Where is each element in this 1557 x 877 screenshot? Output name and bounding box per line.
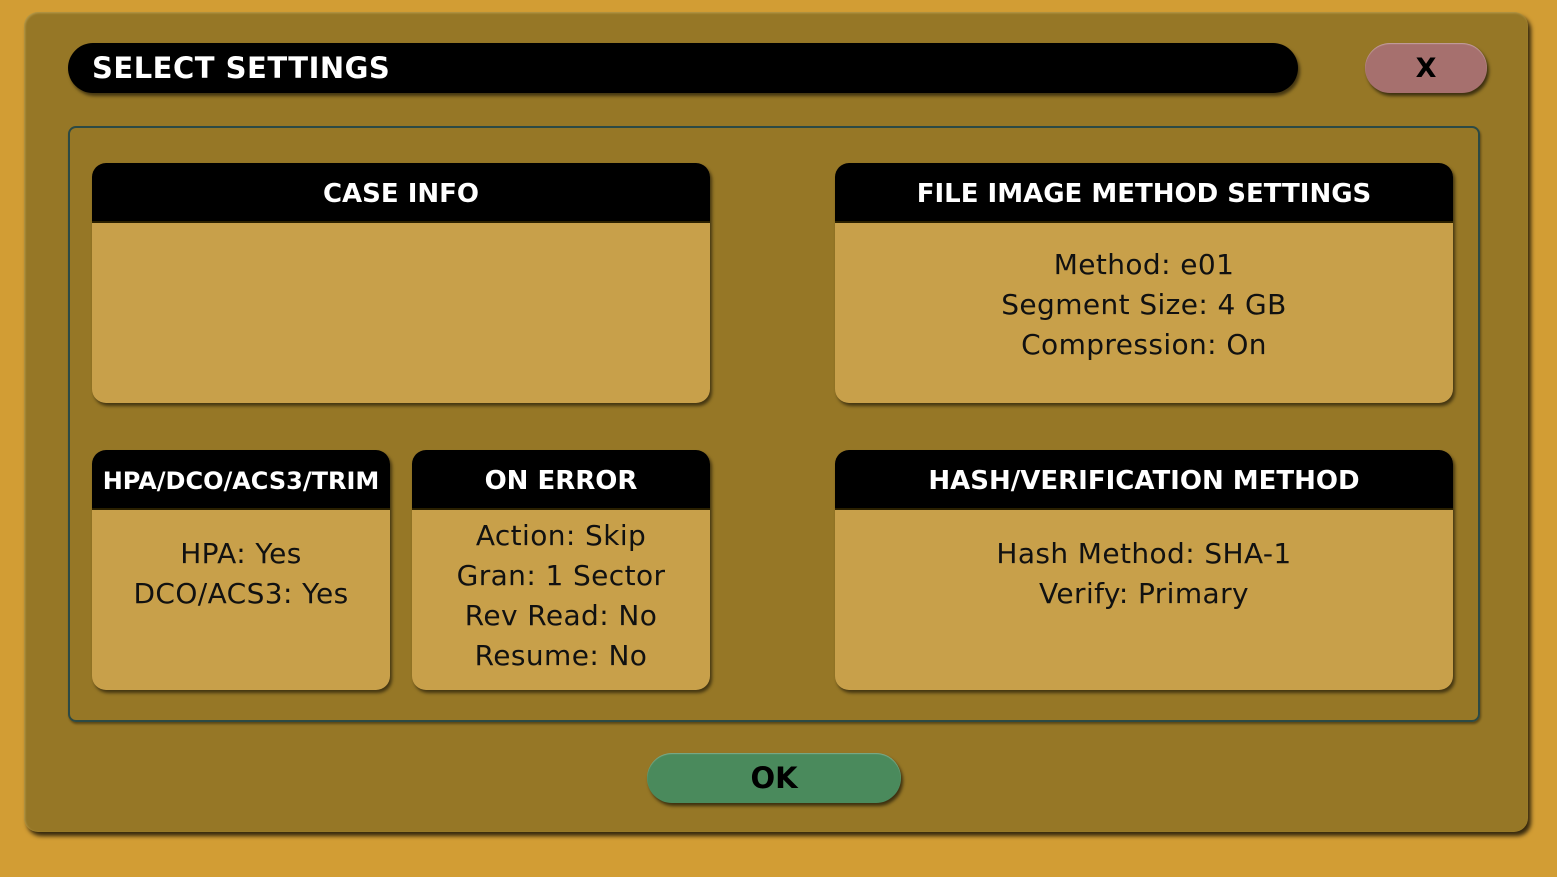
dco-acs3-value: DCO/ACS3: Yes: [133, 577, 349, 610]
file-image-method-panel[interactable]: FILE IMAGE METHOD SETTINGS Method: e01 S…: [835, 163, 1453, 403]
case-info-panel[interactable]: CASE INFO: [92, 163, 710, 403]
method-value: Method: e01: [1053, 248, 1235, 281]
segment-size-value: Segment Size: 4 GB: [1001, 288, 1287, 321]
ok-button[interactable]: OK: [647, 753, 901, 803]
title-bar: SELECT SETTINGS: [68, 43, 1298, 93]
on-error-header: ON ERROR: [412, 450, 710, 510]
hpa-value: HPA: Yes: [180, 537, 302, 570]
hpa-dco-body: HPA: Yes DCO/ACS3: Yes: [92, 510, 390, 614]
case-info-header: CASE INFO: [92, 163, 710, 223]
hash-verification-body: Hash Method: SHA-1 Verify: Primary: [835, 510, 1453, 614]
rev-read-value: Rev Read: No: [464, 599, 658, 632]
file-image-method-header: FILE IMAGE METHOD SETTINGS: [835, 163, 1453, 223]
file-image-method-body: Method: e01 Segment Size: 4 GB Compressi…: [835, 223, 1453, 365]
resume-value: Resume: No: [474, 639, 648, 672]
dialog-title: SELECT SETTINGS: [92, 51, 391, 85]
error-granularity-value: Gran: 1 Sector: [456, 559, 666, 592]
on-error-panel[interactable]: ON ERROR Action: Skip Gran: 1 Sector Rev…: [412, 450, 710, 690]
hash-verification-header: HASH/VERIFICATION METHOD: [835, 450, 1453, 510]
close-button[interactable]: X: [1365, 43, 1487, 93]
verify-value: Verify: Primary: [1039, 577, 1249, 610]
hash-method-value: Hash Method: SHA-1: [996, 537, 1292, 570]
error-action-value: Action: Skip: [475, 519, 647, 552]
hpa-dco-header: HPA/DCO/ACS3/TRIM: [92, 450, 390, 510]
on-error-body: Action: Skip Gran: 1 Sector Rev Read: No…: [412, 510, 710, 676]
compression-value: Compression: On: [1021, 328, 1267, 361]
hash-verification-panel[interactable]: HASH/VERIFICATION METHOD Hash Method: SH…: [835, 450, 1453, 690]
hpa-dco-panel[interactable]: HPA/DCO/ACS3/TRIM HPA: Yes DCO/ACS3: Yes: [92, 450, 390, 690]
